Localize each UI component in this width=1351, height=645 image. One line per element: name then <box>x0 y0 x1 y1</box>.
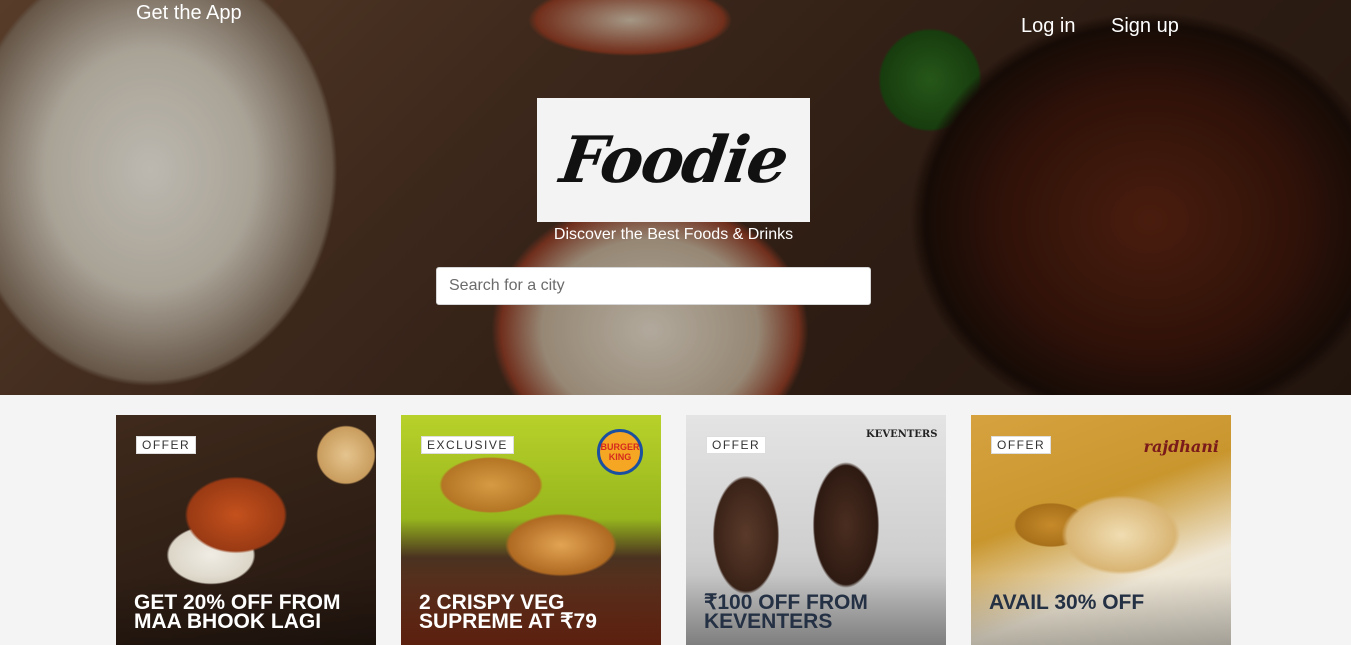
brand-name: BURGER KING <box>600 442 640 462</box>
burger-king-logo: BURGER KING <box>597 429 643 475</box>
city-search-input[interactable] <box>436 267 871 305</box>
offer-badge: EXCLUSIVE <box>421 436 514 454</box>
offer-title: GET 20% OFF FROM MAA BHOOK LAGI <box>134 591 341 633</box>
logo-wordmark: Foodie <box>555 122 792 198</box>
offer-title: AVAIL 30% OFF <box>989 591 1145 614</box>
signup-link[interactable]: Sign up <box>1111 15 1179 38</box>
rajdhani-logo: rajdhani <box>1143 437 1219 456</box>
tagline: Discover the Best Foods & Drinks <box>553 226 794 243</box>
offer-card[interactable]: EXCLUSIVE BURGER KING 2 CRISPY VEG SUPRE… <box>401 415 661 645</box>
offer-badge: OFFER <box>706 436 767 454</box>
offer-title: 2 CRISPY VEG SUPREME AT ₹79 <box>419 591 597 633</box>
offer-badge: OFFER <box>136 436 197 454</box>
logo[interactable]: Foodie <box>537 98 810 222</box>
offer-card[interactable]: OFFER GET 20% OFF FROM MAA BHOOK LAGI <box>116 415 376 645</box>
keventers-logo: KEVENTERS <box>866 429 938 440</box>
offer-card[interactable]: OFFER KEVENTERS ₹100 OFF FROM KEVENTERS <box>686 415 946 645</box>
offer-card[interactable]: OFFER rajdhani AVAIL 30% OFF <box>971 415 1231 645</box>
get-the-app-link[interactable]: Get the App <box>136 2 242 25</box>
offers-list: OFFER GET 20% OFF FROM MAA BHOOK LAGI EX… <box>116 415 1231 645</box>
hero-banner: Get the App Log in Sign up Foodie Discov… <box>0 0 1351 395</box>
offer-title: ₹100 OFF FROM KEVENTERS <box>704 591 868 633</box>
login-link[interactable]: Log in <box>1021 15 1076 38</box>
offer-badge: OFFER <box>991 436 1052 454</box>
